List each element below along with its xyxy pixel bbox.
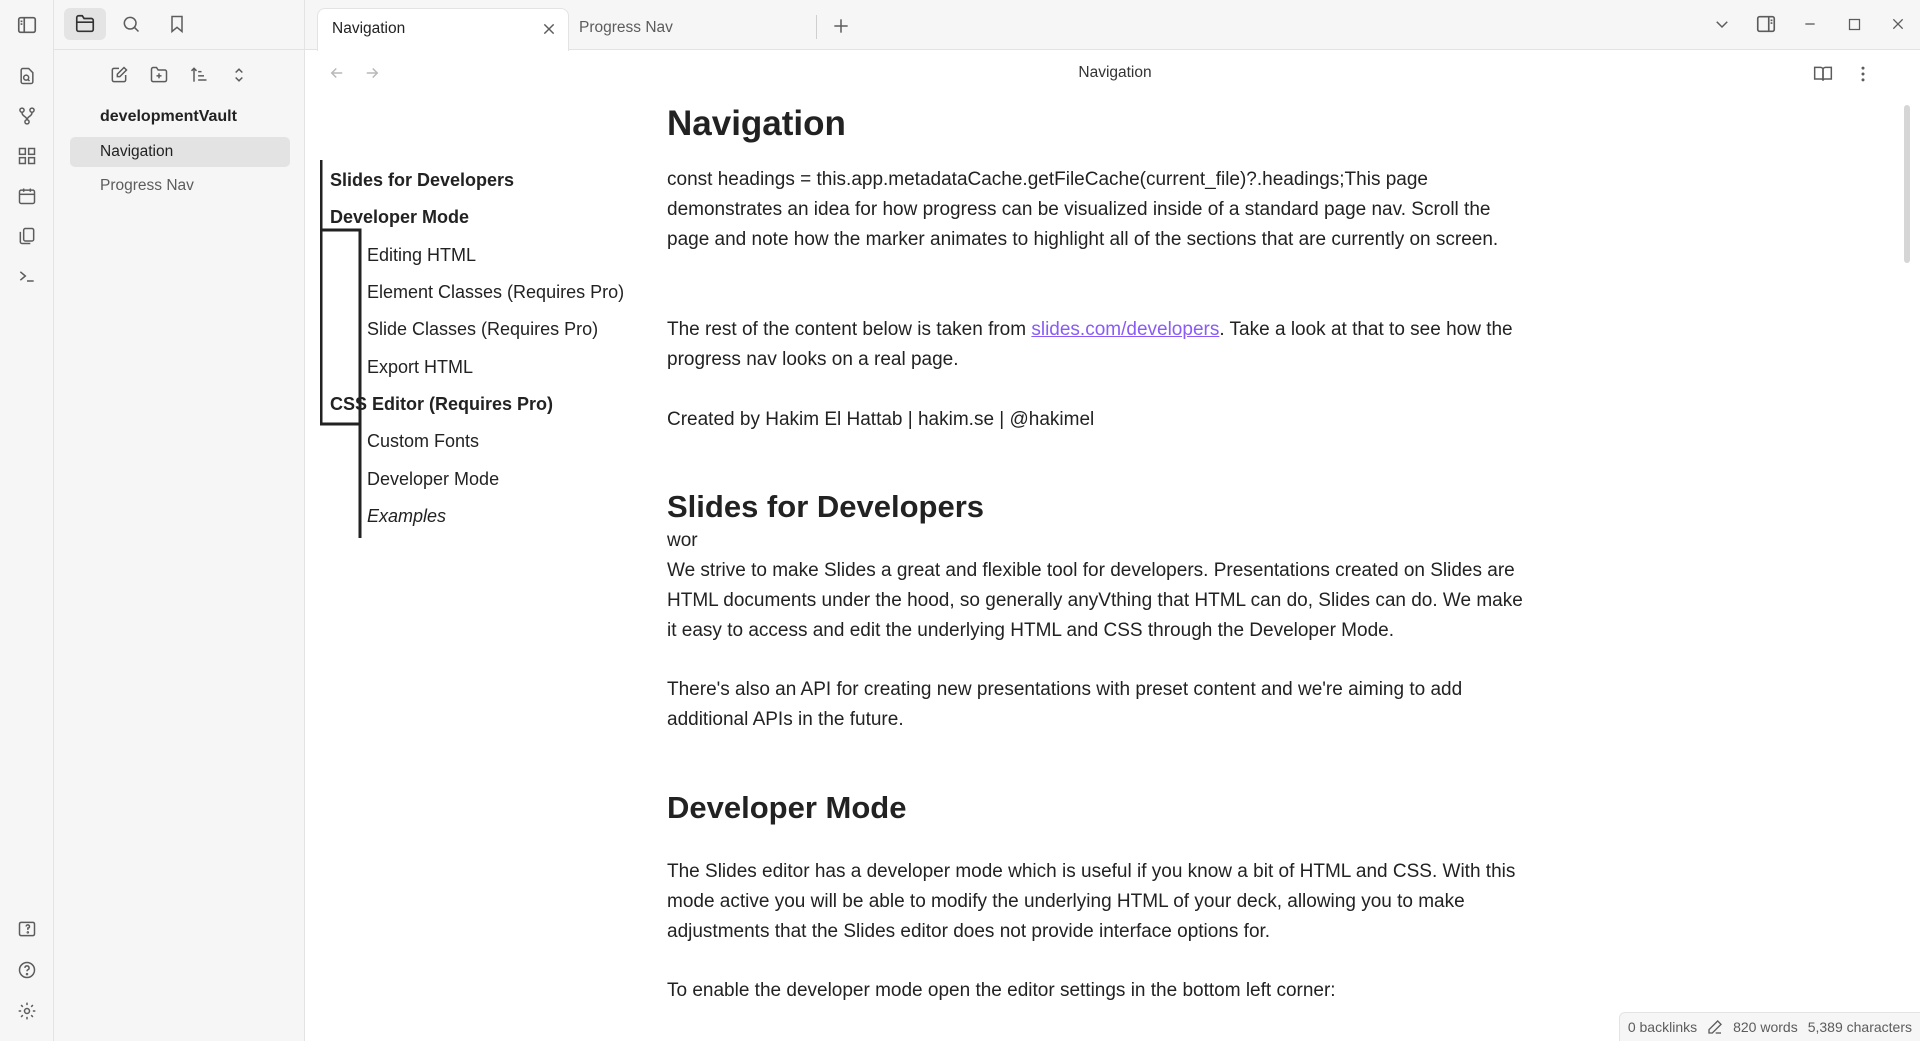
word-count: 820 words — [1733, 1019, 1798, 1035]
new-note-icon[interactable] — [104, 60, 134, 90]
nav-item[interactable]: Developer Mode — [330, 207, 469, 228]
tab-label: Progress Nav — [579, 19, 673, 36]
view-header: Navigation — [305, 51, 1920, 97]
tab-divider — [816, 15, 817, 39]
templates-icon[interactable] — [12, 221, 42, 251]
daily-note-icon[interactable] — [12, 181, 42, 211]
nav-item[interactable]: Editing HTML — [367, 245, 476, 266]
command-palette-icon[interactable] — [12, 261, 42, 291]
window-controls — [1700, 6, 1920, 42]
nav-item[interactable]: Export HTML — [367, 357, 473, 378]
nav-item[interactable]: Examples — [367, 506, 446, 527]
backlinks-count[interactable]: 0 backlinks — [1628, 1019, 1697, 1035]
tab-progress-nav[interactable]: Progress Nav — [565, 8, 817, 50]
bookmarks-icon[interactable] — [156, 8, 198, 40]
help-icon[interactable] — [12, 955, 42, 985]
nav-item[interactable]: Slide Classes (Requires Pro) — [367, 319, 598, 340]
settings-icon[interactable] — [12, 996, 42, 1026]
left-ribbon — [0, 0, 54, 1041]
nav-item[interactable]: Slides for Developers — [330, 170, 514, 191]
sidebar-divider — [54, 49, 305, 50]
sidebar-tab-strip — [64, 8, 198, 42]
more-options-icon[interactable] — [1848, 59, 1878, 89]
nav-item[interactable]: Developer Mode — [367, 469, 499, 490]
files-icon[interactable] — [64, 8, 106, 40]
window-close-icon[interactable] — [1876, 6, 1920, 42]
heading-developer-mode: Developer Mode — [667, 790, 907, 825]
slides-developers-link[interactable]: slides.com/developers — [1031, 319, 1219, 340]
new-folder-icon[interactable] — [144, 60, 174, 90]
vault-switcher-icon[interactable] — [12, 914, 42, 944]
file-explorer-actions — [104, 60, 254, 90]
tab-navigation[interactable]: Navigation — [317, 8, 569, 51]
wor-text: wor — [667, 530, 698, 551]
tab-label: Navigation — [332, 20, 406, 37]
scrollbar[interactable] — [1904, 105, 1910, 263]
book-open-icon[interactable] — [1808, 59, 1838, 89]
developer-mode-paragraph-1: The Slides editor has a developer mode w… — [667, 861, 1516, 942]
collapse-icon[interactable] — [224, 60, 254, 90]
credit-paragraph: Created by Hakim El Hattab | hakim.se | … — [667, 409, 1095, 430]
view-title[interactable]: Navigation — [305, 64, 1920, 82]
nav-item[interactable]: Custom Fonts — [367, 431, 479, 452]
developer-mode-paragraph-2: To enable the developer mode open the ed… — [667, 980, 1336, 1001]
status-bar: 0 backlinks 820 words 5,389 characters — [1618, 1012, 1920, 1041]
nav-item[interactable]: Element Classes (Requires Pro) — [367, 282, 624, 303]
file-explorer-sidebar: developmentVault Navigation Progress Nav — [54, 0, 305, 1041]
rest-text: The rest of the content below is taken f… — [667, 319, 1032, 340]
vault-name[interactable]: developmentVault — [100, 108, 237, 126]
page-title: Navigation — [667, 104, 846, 143]
minimize-icon[interactable] — [1788, 6, 1832, 42]
right-sidebar-toggle-icon[interactable] — [1744, 6, 1788, 42]
slides-paragraph-2: There's also an API for creating new pre… — [667, 679, 1463, 730]
close-icon[interactable] — [538, 18, 560, 40]
file-item-navigation[interactable]: Navigation — [70, 137, 290, 167]
edit-pencil-icon[interactable] — [1707, 1019, 1723, 1035]
rest-paragraph: The rest of the content below is taken f… — [667, 315, 1537, 375]
sidebar-toggle-icon[interactable] — [12, 10, 42, 40]
graph-view-icon[interactable] — [12, 101, 42, 131]
open-quick-switcher-icon[interactable] — [12, 61, 42, 91]
sort-icon[interactable] — [184, 60, 214, 90]
intro-paragraph: const headings = this.app.metadataCache.… — [667, 169, 1499, 250]
nav-item[interactable]: CSS Editor (Requires Pro) — [330, 394, 553, 415]
search-icon[interactable] — [110, 8, 152, 40]
chevron-down-icon[interactable] — [1700, 6, 1744, 42]
heading-slides-for-developers: Slides for Developers — [667, 489, 985, 524]
character-count: 5,389 characters — [1807, 1019, 1912, 1035]
slides-paragraph-1: We strive to make Slides a great and fle… — [667, 560, 1523, 641]
maximize-icon[interactable] — [1832, 6, 1876, 42]
tab-bar: Navigation Progress Nav — [305, 0, 1920, 51]
canvas-icon[interactable] — [12, 141, 42, 171]
plus-icon[interactable] — [826, 11, 856, 41]
file-item-progress-nav[interactable]: Progress Nav — [70, 171, 290, 201]
